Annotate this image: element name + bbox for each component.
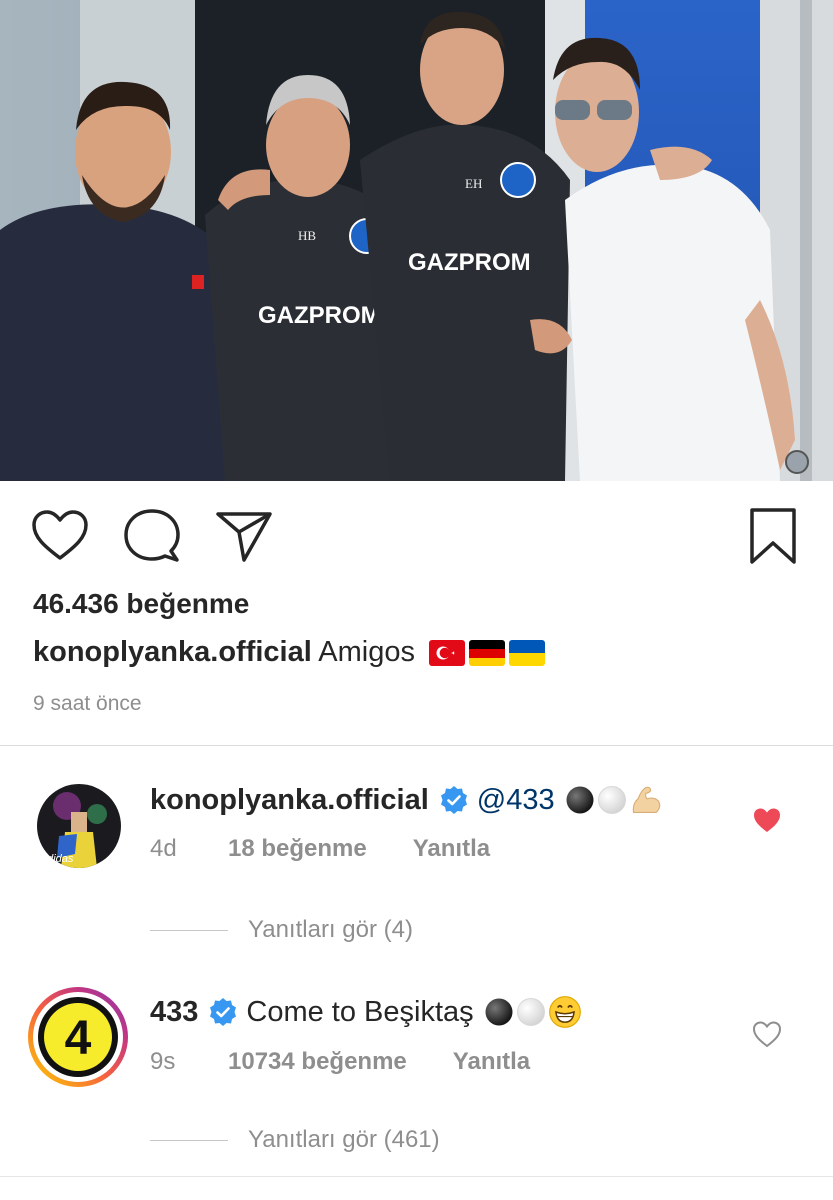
comment-body: 433 Come to Beşiktaş: [150, 992, 584, 1032]
svg-text:adidas: adidas: [41, 853, 74, 865]
heart-filled-icon: [754, 808, 780, 832]
white-circle-icon: [516, 998, 545, 1026]
turkey-flag-icon: [429, 640, 466, 666]
comment-text: Come to Beşiktaş: [246, 995, 474, 1028]
comment-like-button[interactable]: [749, 802, 785, 838]
verified-badge-icon: [210, 998, 237, 1026]
avatar-image: adidas: [37, 784, 121, 868]
comment-username[interactable]: 433: [150, 996, 198, 1029]
caption-username[interactable]: konoplyanka.official: [33, 636, 312, 668]
svg-text:EH: EH: [465, 176, 482, 191]
post-photo[interactable]: HB GAZPROM EH GAZPROM: [0, 0, 833, 481]
post-action-bar: [0, 500, 833, 570]
black-circle-icon: [566, 786, 594, 814]
comment-username[interactable]: konoplyanka.official: [150, 784, 429, 817]
comment-like-button[interactable]: [749, 1016, 785, 1052]
reply-button[interactable]: Yanıtla: [453, 1048, 530, 1076]
comment-body: konoplyanka.official @433: [150, 780, 665, 820]
view-replies-button[interactable]: Yanıtları gör (4): [150, 916, 413, 944]
comment-avatar[interactable]: 4: [26, 985, 130, 1089]
post-time: 9 saat önce: [33, 692, 142, 715]
post-caption: konoplyanka.official Amigos: [33, 636, 546, 669]
paper-plane-icon: [216, 512, 272, 562]
share-button[interactable]: [214, 506, 274, 566]
comment-mention[interactable]: @433: [477, 784, 555, 817]
view-replies-label: Yanıtları gör (461): [248, 1126, 440, 1153]
heart-outline-icon: [32, 510, 88, 560]
svg-text:HB: HB: [298, 228, 316, 243]
view-replies-label: Yanıtları gör (4): [248, 916, 413, 943]
comment-time: 9s: [150, 1048, 176, 1075]
grinning-face-icon: [548, 996, 581, 1028]
comment-time: 4d: [150, 835, 177, 862]
germany-flag-icon: [469, 640, 506, 666]
replies-rule: [150, 929, 228, 931]
black-circle-icon: [485, 998, 513, 1026]
caption-flags: [429, 640, 546, 666]
comment-avatar[interactable]: adidas: [37, 784, 121, 868]
svg-text:GAZPROM: GAZPROM: [258, 302, 381, 329]
caption-text: Amigos: [318, 636, 415, 668]
view-replies-button[interactable]: Yanıtları gör (461): [150, 1126, 440, 1154]
save-button[interactable]: [743, 506, 803, 566]
svg-text:4: 4: [65, 1012, 92, 1065]
comment-likes[interactable]: 10734 beğenme: [228, 1048, 407, 1076]
likes-count[interactable]: 46.436 beğenme: [33, 588, 249, 620]
comment-bubble-icon: [124, 509, 180, 562]
reply-button[interactable]: Yanıtla: [413, 835, 490, 863]
replies-rule: [150, 1139, 228, 1141]
white-circle-icon: [597, 786, 626, 814]
bookmark-icon: [750, 508, 796, 564]
like-button[interactable]: [30, 506, 90, 566]
comment-button[interactable]: [122, 506, 182, 566]
heart-outline-icon: [752, 1020, 782, 1047]
comment-meta: 9s 10734 beğenme Yanıtla: [150, 1048, 530, 1076]
svg-text:GAZPROM: GAZPROM: [408, 249, 531, 276]
flexed-biceps-icon: [632, 786, 660, 814]
verified-badge-icon: [440, 786, 467, 814]
comment-meta: 4d 18 beğenme Yanıtla: [150, 835, 490, 863]
comments-divider: [0, 745, 833, 746]
group-photo-illustration: HB GAZPROM EH GAZPROM: [0, 0, 833, 481]
comment-likes[interactable]: 18 beğenme: [228, 835, 367, 863]
bottom-divider: [0, 1176, 833, 1177]
ukraine-flag-icon: [509, 640, 546, 666]
story-ring-avatar: 4: [28, 987, 128, 1087]
